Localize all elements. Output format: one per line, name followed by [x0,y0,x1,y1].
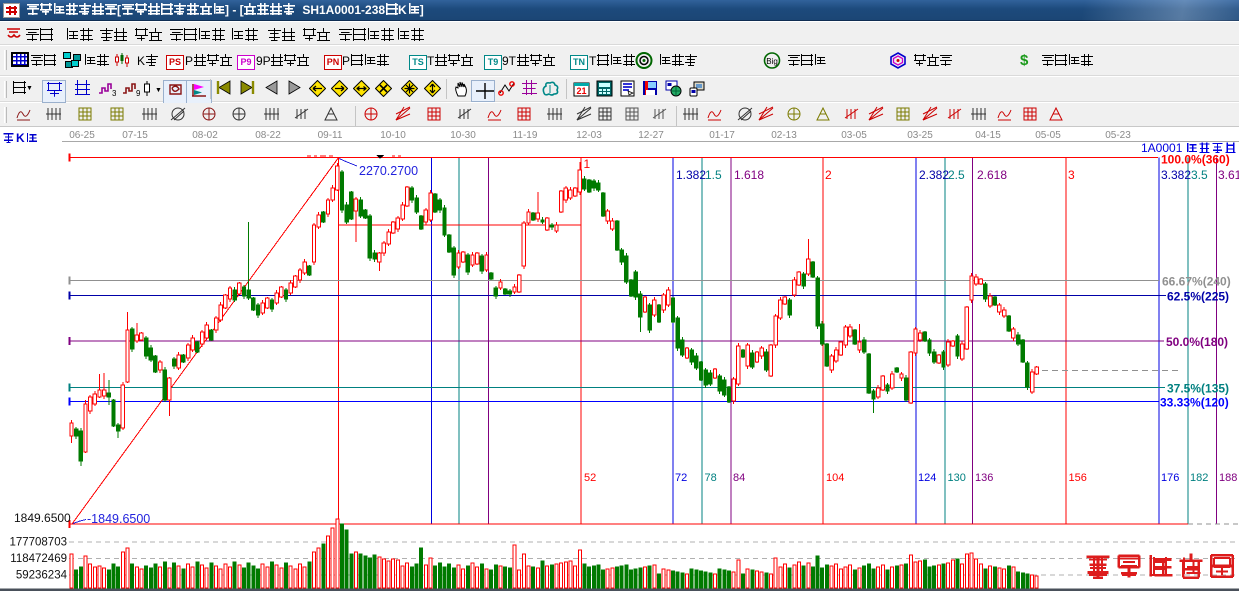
svg-text:104: 104 [826,472,844,484]
svg-text:▼: ▼ [155,87,162,94]
svg-text:118472469: 118472469 [10,553,67,565]
svg-text:1.618: 1.618 [734,168,764,182]
svg-text:K: K [16,131,25,145]
svg-text:03-05: 03-05 [841,130,867,141]
svg-text:50.0%(180): 50.0%(180) [1166,335,1228,349]
svg-text:188: 188 [1219,472,1237,484]
svg-text:78: 78 [705,472,717,484]
svg-text:11-19: 11-19 [513,130,538,141]
svg-text:07-15: 07-15 [122,130,148,141]
svg-text:72: 72 [675,472,687,484]
svg-text:176: 176 [1161,472,1179,484]
svg-text:10-10: 10-10 [380,130,406,141]
svg-text:62.5%(225): 62.5%(225) [1167,290,1229,304]
svg-text:1.382: 1.382 [676,168,706,182]
svg-text:1.5: 1.5 [705,168,722,182]
svg-text:177708703: 177708703 [9,537,67,549]
svg-text:130: 130 [948,472,966,484]
svg-text:-1849.6500: -1849.6500 [87,512,150,526]
svg-text:06-25: 06-25 [69,130,95,141]
svg-text:156: 156 [1069,472,1087,484]
svg-text:08-22: 08-22 [255,130,281,141]
svg-text:100.0%(360): 100.0%(360) [1161,153,1230,167]
svg-text:03-25: 03-25 [907,130,933,141]
svg-text:05-23: 05-23 [1105,130,1131,141]
svg-text:2: 2 [825,168,832,182]
svg-text:12-03: 12-03 [576,130,602,141]
svg-text:3.618: 3.618 [1218,168,1239,182]
svg-text:182: 182 [1190,472,1208,484]
svg-text:3: 3 [1068,168,1075,182]
svg-text:12-27: 12-27 [638,130,664,141]
svg-text:04-15: 04-15 [975,130,1001,141]
svg-text:33.33%(120): 33.33%(120) [1160,396,1229,410]
svg-text:01-17: 01-17 [709,130,735,141]
svg-text:3.5: 3.5 [1191,168,1208,182]
svg-text:21: 21 [576,86,586,96]
svg-text:02-13: 02-13 [771,130,797,141]
svg-text:09-11: 09-11 [318,130,343,141]
svg-text:10-30: 10-30 [450,130,476,141]
svg-text:136: 136 [975,472,993,484]
svg-text:3: 3 [112,89,116,97]
svg-text:Big: Big [766,57,778,66]
svg-text:37.5%(135): 37.5%(135) [1167,382,1229,396]
svg-text:2.382: 2.382 [919,168,949,182]
svg-text:52: 52 [584,472,596,484]
svg-text:1849.6500: 1849.6500 [14,511,71,525]
svg-text:3.382: 3.382 [1161,168,1191,182]
svg-text:08-02: 08-02 [192,130,218,141]
svg-text:59236234: 59236234 [16,570,68,582]
svg-text:1: 1 [584,157,591,171]
svg-text:66.67%(240): 66.67%(240) [1162,275,1231,289]
svg-text:05-05: 05-05 [1035,130,1061,141]
svg-text:2270.2700: 2270.2700 [359,164,418,178]
svg-text:2.618: 2.618 [977,168,1007,182]
svg-text:2.5: 2.5 [948,168,965,182]
svg-text:124: 124 [918,472,936,484]
svg-text:84: 84 [733,472,745,484]
